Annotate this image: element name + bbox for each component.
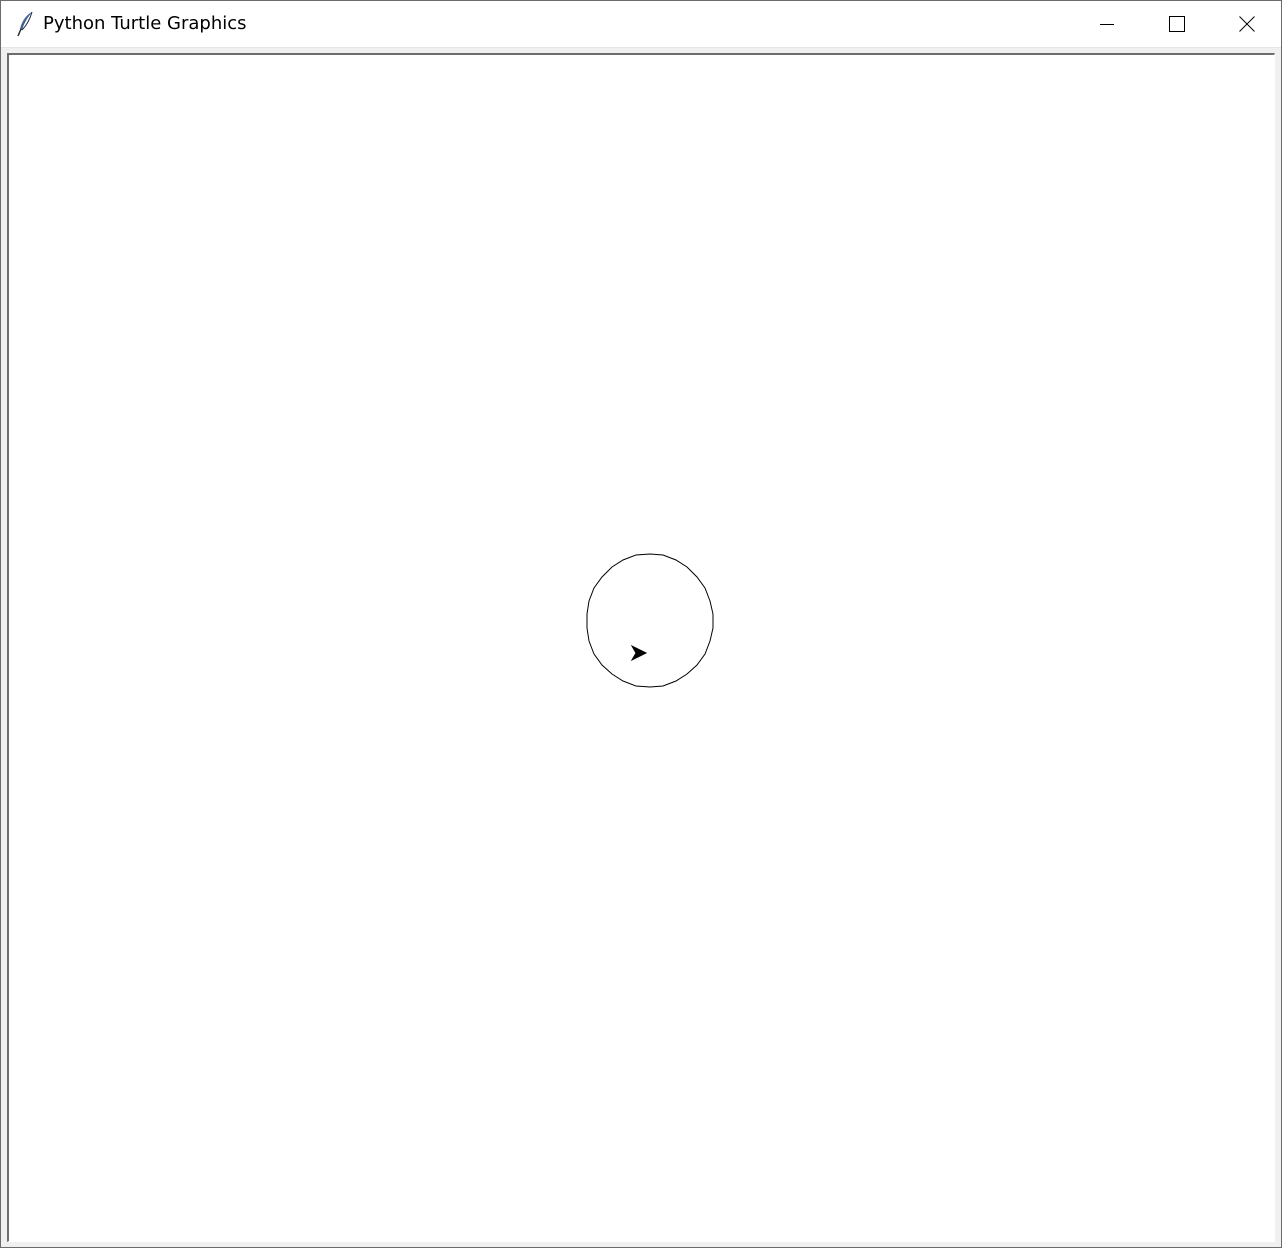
maximize-button[interactable]	[1142, 1, 1212, 47]
maximize-icon	[1169, 16, 1185, 32]
feather-icon	[15, 11, 37, 37]
arrow-icon	[630, 644, 648, 662]
close-icon	[1239, 16, 1255, 32]
minimize-icon	[1099, 16, 1115, 32]
turtle-window: Python Turtle Graphics	[0, 0, 1282, 1248]
circle-path	[586, 553, 714, 688]
turtle-canvas[interactable]	[9, 55, 1274, 1241]
minimize-button[interactable]	[1072, 1, 1142, 47]
window-title: Python Turtle Graphics	[43, 13, 247, 34]
title-bar[interactable]: Python Turtle Graphics	[1, 1, 1281, 47]
canvas-frame	[7, 53, 1275, 1242]
titlebar-divider	[1, 47, 1281, 48]
close-button[interactable]	[1212, 1, 1282, 47]
